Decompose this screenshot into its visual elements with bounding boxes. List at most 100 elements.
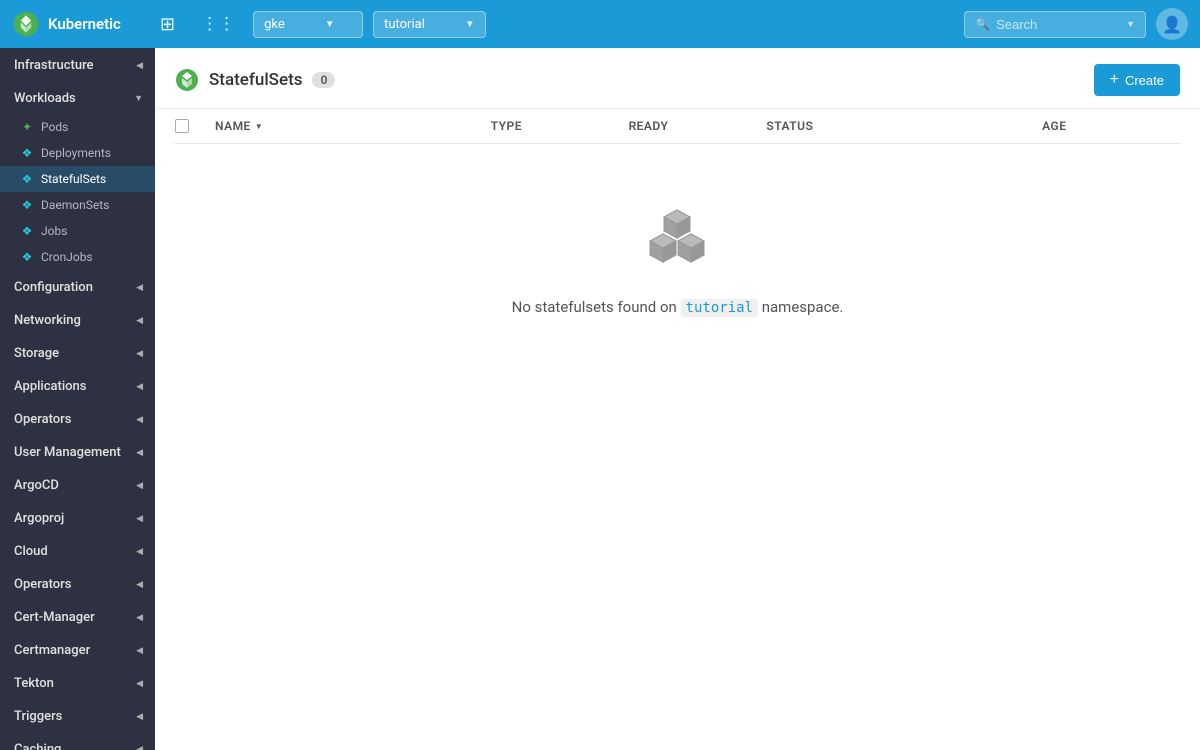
sidebar-section-operators: Operators ◀ (0, 402, 155, 435)
argoproj-collapse-icon: ◀ (136, 514, 143, 524)
sidebar-header-networking[interactable]: Networking ◀ (0, 303, 155, 336)
namespace-value: tutorial (384, 17, 425, 32)
sidebar-storage-label: Storage (14, 346, 59, 361)
content-header: StatefulSets 0 + Create (155, 48, 1200, 109)
sidebar-header-argoproj[interactable]: Argoproj ◀ (0, 501, 155, 534)
sidebar-item-pods[interactable]: ✦ Pods (0, 114, 155, 140)
sidebar-section-networking: Networking ◀ (0, 303, 155, 336)
empty-message-prefix: No statefulsets found on (512, 298, 677, 316)
sidebar-header-workloads[interactable]: Workloads ▼ (0, 81, 155, 114)
sidebar-header-cloud[interactable]: Cloud ◀ (0, 534, 155, 567)
argocd-collapse-icon: ◀ (136, 481, 143, 491)
sidebar-workloads-label: Workloads (14, 91, 76, 106)
sidebar-section-triggers: Triggers ◀ (0, 699, 155, 732)
create-button-label: Create (1125, 73, 1164, 88)
sidebar-item-deployments[interactable]: ❖ Deployments (0, 140, 155, 166)
empty-state: No statefulsets found on tutorial namesp… (175, 144, 1180, 356)
sidebar-section-argocd: ArgoCD ◀ (0, 468, 155, 501)
sidebar-header-argocd[interactable]: ArgoCD ◀ (0, 468, 155, 501)
deployments-icon: ❖ (20, 146, 34, 160)
page-title: StatefulSets (209, 70, 302, 90)
sidebar-item-jobs[interactable]: ❖ Jobs (0, 218, 155, 244)
sidebar-section-cert-manager: Cert-Manager ◀ (0, 600, 155, 633)
sidebar-header-infrastructure[interactable]: Infrastructure ◀ (0, 48, 155, 81)
col-type-label: TYPE (491, 119, 522, 133)
user-management-collapse-icon: ◀ (136, 448, 143, 458)
sidebar-operators-label: Operators (14, 412, 71, 427)
sidebar-argoproj-label: Argoproj (14, 511, 64, 526)
workloads-collapse-icon: ▼ (134, 93, 143, 104)
topbar: Kubernetic ⊞ ⋮⋮ gke ▼ tutorial ▼ 🔍 ▼ 👤 (0, 0, 1200, 48)
content-area: StatefulSets 0 + Create NAME ▼ TYPE (155, 48, 1200, 750)
user-avatar[interactable]: 👤 (1156, 8, 1188, 40)
empty-state-message: No statefulsets found on tutorial namesp… (512, 298, 844, 316)
applications-collapse-icon: ◀ (136, 382, 143, 392)
app-name: Kubernetic (48, 15, 121, 33)
sidebar-cloud-label: Cloud (14, 544, 48, 559)
sidebar-section-tekton: Tekton ◀ (0, 666, 155, 699)
sidebar-header-configuration[interactable]: Configuration ◀ (0, 270, 155, 303)
sidebar: Infrastructure ◀ Workloads ▼ ✦ Pods ❖ De… (0, 48, 155, 750)
select-all-checkbox[interactable] (175, 119, 189, 133)
sidebar-header-tekton[interactable]: Tekton ◀ (0, 666, 155, 699)
sidebar-header-certmanager[interactable]: Certmanager ◀ (0, 633, 155, 666)
table-container: NAME ▼ TYPE READY STATUS AGE (155, 109, 1200, 750)
sidebar-header-operators[interactable]: Operators ◀ (0, 402, 155, 435)
kubernetic-logo-icon (12, 10, 40, 38)
count-badge: 0 (312, 72, 335, 88)
sidebar-certmanager-label: Certmanager (14, 643, 90, 658)
pods-icon: ✦ (20, 120, 34, 134)
operators2-collapse-icon: ◀ (136, 580, 143, 590)
configuration-collapse-icon: ◀ (136, 283, 143, 293)
sidebar-networking-label: Networking (14, 313, 81, 328)
sidebar-section-cloud: Cloud ◀ (0, 534, 155, 567)
sidebar-section-user-management: User Management ◀ (0, 435, 155, 468)
caching-collapse-icon: ◀ (136, 745, 143, 750)
name-sort-icon[interactable]: ▼ (255, 122, 263, 131)
create-button[interactable]: + Create (1094, 64, 1180, 96)
sidebar-header-caching[interactable]: Caching ◀ (0, 732, 155, 750)
search-input[interactable] (996, 17, 1116, 32)
main-layout: Infrastructure ◀ Workloads ▼ ✦ Pods ❖ De… (0, 48, 1200, 750)
sidebar-item-daemonsets[interactable]: ❖ DaemonSets (0, 192, 155, 218)
cloud-collapse-icon: ◀ (136, 547, 143, 557)
sidebar-item-cronjobs[interactable]: ❖ CronJobs (0, 244, 155, 270)
sidebar-caching-label: Caching (14, 742, 61, 750)
sidebar-header-operators2[interactable]: Operators ◀ (0, 567, 155, 600)
daemonsets-icon: ❖ (20, 198, 34, 212)
operators-collapse-icon: ◀ (136, 415, 143, 425)
sidebar-cert-manager-label: Cert-Manager (14, 610, 95, 625)
sidebar-section-workloads: Workloads ▼ ✦ Pods ❖ Deployments ❖ State… (0, 81, 155, 270)
table-col-status: STATUS (766, 119, 1042, 133)
app-logo: Kubernetic (12, 10, 142, 38)
table-col-ready: READY (629, 119, 767, 133)
cluster-dropdown[interactable]: gke ▼ (253, 11, 363, 38)
col-status-label: STATUS (766, 119, 813, 133)
table-header: NAME ▼ TYPE READY STATUS AGE (175, 109, 1180, 144)
sidebar-section-applications: Applications ◀ (0, 369, 155, 402)
apps-icon[interactable]: ⋮⋮ (193, 10, 243, 38)
search-icon: 🔍 (975, 17, 990, 31)
sidebar-header-cert-manager[interactable]: Cert-Manager ◀ (0, 600, 155, 633)
sidebar-daemonsets-label: DaemonSets (41, 198, 109, 212)
col-age-label: AGE (1042, 119, 1066, 133)
networking-collapse-icon: ◀ (136, 316, 143, 326)
search-box[interactable]: 🔍 ▼ (964, 11, 1146, 38)
sidebar-jobs-label: Jobs (41, 224, 67, 238)
sidebar-header-user-management[interactable]: User Management ◀ (0, 435, 155, 468)
sidebar-item-statefulsets[interactable]: ❖ StatefulSets (0, 166, 155, 192)
sidebar-header-triggers[interactable]: Triggers ◀ (0, 699, 155, 732)
sidebar-section-infrastructure: Infrastructure ◀ (0, 48, 155, 81)
sidebar-deployments-label: Deployments (41, 146, 111, 160)
cronjobs-icon: ❖ (20, 250, 34, 264)
namespace-dropdown[interactable]: tutorial ▼ (373, 11, 486, 38)
storage-collapse-icon: ◀ (136, 349, 143, 359)
sidebar-section-configuration: Configuration ◀ (0, 270, 155, 303)
grid-icon[interactable]: ⊞ (152, 10, 183, 39)
sidebar-header-storage[interactable]: Storage ◀ (0, 336, 155, 369)
sidebar-section-certmanager: Certmanager ◀ (0, 633, 155, 666)
statefulsets-icon: ❖ (20, 172, 34, 186)
cert-manager-collapse-icon: ◀ (136, 613, 143, 623)
sidebar-section-storage: Storage ◀ (0, 336, 155, 369)
sidebar-header-applications[interactable]: Applications ◀ (0, 369, 155, 402)
